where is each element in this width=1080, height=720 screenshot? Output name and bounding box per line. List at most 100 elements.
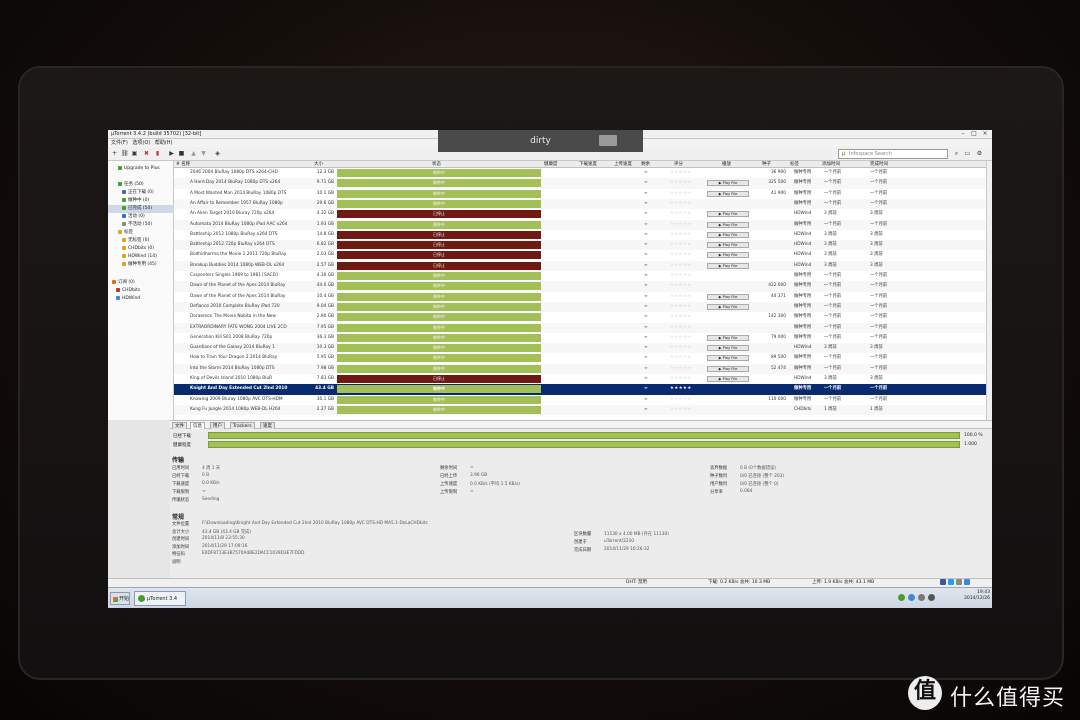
table-row[interactable]: Defiance 2010 Complete BluRay iPad 720 9.… (174, 301, 986, 313)
download-status[interactable]: 下载: 0.2 KB/s 总共: 10.3 MB (708, 579, 770, 587)
play-file-button[interactable]: ▶ Play File (707, 242, 749, 249)
play-file-button[interactable]: ▶ Play File (707, 262, 749, 269)
table-row[interactable]: 2046 2004 BluRay 1080p DTS x264-CHD 12.3 … (174, 168, 986, 178)
tab-files[interactable]: 文件 (172, 422, 187, 429)
col-label[interactable]: 标签 (790, 161, 799, 168)
table-row[interactable]: Automata 2014 BluRay 1080p iPad AAC x264… (174, 219, 986, 230)
play-file-button[interactable]: ▶ Play File (707, 211, 749, 218)
table-row[interactable]: Battleship 2012 1080p BluRay x264 DTS 14.… (174, 230, 986, 240)
gear-icon[interactable]: ⚙ (976, 150, 983, 157)
table-row[interactable]: Dawn of the Planet of the Apes 2014 BluR… (174, 281, 986, 292)
sidebar-item[interactable]: 不活动 (50) (108, 221, 174, 229)
play-file-button[interactable]: ▶ Play File (707, 180, 749, 187)
table-row[interactable]: Carpenters Singles 1969 to 1981 [SACD] 4.… (174, 271, 986, 281)
col-status[interactable]: 状态 (432, 161, 441, 168)
col-completed[interactable]: 完成时间 (870, 161, 888, 168)
tray-clock[interactable]: 19:43 2014/12/26 (956, 590, 990, 602)
sidebar-item[interactable]: 已完成 (50) (108, 205, 174, 213)
move-down-icon[interactable]: ▼ (200, 150, 207, 157)
menu-help[interactable]: 帮助(H) (155, 140, 173, 146)
table-row[interactable]: EXTRAORDINARY FATE WONG 2004 LIVE 2CD 7.9… (174, 322, 986, 333)
tab-info[interactable]: 信息 (190, 422, 205, 429)
add-torrent-icon[interactable]: + (111, 150, 118, 157)
stop-icon[interactable]: ■ (178, 150, 185, 157)
tray-volume-icon[interactable] (918, 594, 925, 601)
col-down-speed[interactable]: 下载速度 (579, 161, 597, 168)
play-file-button[interactable]: ▶ Play File (707, 231, 749, 238)
table-row[interactable]: An Alien Target 2010 Bluray 720p x264 4.3… (174, 209, 986, 219)
sidebar-item[interactable]: 活动 (0) (108, 213, 174, 221)
table-row[interactable]: King of Devils Island 2010 1080p BluR 7.8… (174, 374, 986, 384)
sidebar-item[interactable]: HDWind (14) (108, 253, 174, 261)
feed-icon[interactable] (956, 579, 962, 585)
tray-keyboard-icon[interactable] (928, 594, 935, 601)
menu-file[interactable]: 文件(F) (111, 140, 128, 146)
col-up-speed[interactable]: 上传速度 (614, 161, 632, 168)
create-torrent-icon[interactable]: ▣ (131, 150, 138, 157)
start-icon[interactable]: ▶ (168, 150, 175, 157)
facebook-icon[interactable] (940, 579, 946, 585)
table-row[interactable]: Generation Kill S01 2008 BluRay 720p 36.3… (174, 333, 986, 343)
start-button[interactable]: 开始 (110, 592, 130, 605)
sidebar-item[interactable]: 标签 (108, 229, 174, 237)
share-icon[interactable] (964, 579, 970, 585)
trash-icon[interactable]: ▮ (154, 150, 161, 157)
play-file-button[interactable]: ▶ Play File (707, 252, 749, 259)
play-file-button[interactable]: ▶ Play File (707, 334, 749, 341)
chat-icon[interactable]: ▭ (964, 150, 971, 157)
table-row[interactable]: Knight And Day Extended Cut 2Ind 2010 43.… (174, 384, 986, 395)
table-row[interactable]: Into the Storm 2014 BluRay 1080p DTS 7.98… (174, 363, 986, 374)
move-up-icon[interactable]: ▲ (190, 150, 197, 157)
taskbar-utorrent[interactable]: µTorrent 3.4 (134, 591, 186, 606)
play-file-button[interactable]: ▶ Play File (707, 355, 749, 362)
play-file-button[interactable]: ▶ Play File (707, 345, 749, 352)
dht-status[interactable]: DHT: 禁用 (626, 579, 647, 587)
tab-peers[interactable]: 用户 (210, 422, 225, 429)
tab-speed[interactable]: 速度 (260, 422, 275, 429)
list-scrollbar[interactable] (986, 161, 992, 420)
table-row[interactable]: Knowing 2009 Bluray 1080p AVC DTS-HDM 30.… (174, 395, 986, 405)
col-name[interactable]: # 名称 (176, 161, 190, 168)
table-row[interactable]: A Hard Day 2014 BluRay 1080p DTS x264 9.7… (174, 178, 986, 189)
notification-popup[interactable]: dirty (438, 130, 643, 152)
sidebar-item[interactable]: 订阅 (0) (108, 279, 174, 287)
play-file-button[interactable]: ▶ Play File (707, 190, 749, 197)
search-input[interactable]: Infospace Search (838, 149, 948, 159)
upload-status[interactable]: 上传: 1.9 KB/s 总共: 43.1 MB (812, 579, 874, 587)
col-seeds[interactable]: 种子 (762, 161, 771, 168)
table-row[interactable]: Dawn of the Planet of the Apes 2014 BluR… (174, 292, 986, 302)
tray-utorrent-icon[interactable] (898, 594, 905, 601)
tab-trackers[interactable]: Trackers (230, 422, 255, 429)
table-row[interactable]: Bodhidharma the Movie 1 2011 720p BluRay… (174, 250, 986, 260)
col-play[interactable]: 播放 (722, 161, 731, 168)
sidebar-item[interactable]: CHDbits (108, 287, 174, 295)
table-row[interactable]: Kung Fu Jungle 2014 1080p WEB-DL H264 2.2… (174, 404, 986, 416)
sidebar-item[interactable]: HDWind (108, 295, 174, 303)
sidebar-item[interactable]: 任务 (50) (108, 181, 174, 189)
close-button[interactable]: × (980, 130, 990, 138)
maximize-button[interactable]: □ (969, 130, 979, 138)
tray-network-icon[interactable] (908, 594, 915, 601)
sidebar-item[interactable]: 正在下载 (0) (108, 189, 174, 197)
minimize-button[interactable]: – (958, 130, 968, 138)
twitter-icon[interactable] (948, 579, 954, 585)
sidebar-item[interactable]: CHDbits (0) (108, 245, 174, 253)
sidebar-item[interactable]: 做种中 (0) (108, 197, 174, 205)
sidebar-item[interactable]: 做种专用 (45) (108, 261, 174, 269)
search-engine-icon[interactable]: µ (840, 150, 847, 157)
sidebar-item[interactable]: 无标签 (0) (108, 237, 174, 245)
table-row[interactable]: How to Train Your Dragon 2 2014 BluRay 5.… (174, 353, 986, 363)
play-file-button[interactable]: ▶ Play File (707, 221, 749, 228)
keyboard-icon[interactable] (599, 135, 617, 146)
sidebar-item[interactable]: Upgrade to Plus (108, 165, 174, 173)
col-added[interactable]: 添加时间 (822, 161, 840, 168)
table-row[interactable]: A Most Wanted Man 2014 BluRay 1080p DTS 1… (174, 189, 986, 199)
menu-options[interactable]: 选项(O) (132, 140, 150, 146)
table-row[interactable]: Guardians of the Galaxy 2014 BluRay 1 10.… (174, 343, 986, 354)
delete-icon[interactable]: ✖ (143, 150, 150, 157)
play-file-button[interactable]: ▶ Play File (707, 376, 749, 382)
col-rating[interactable]: 评分 (674, 161, 683, 168)
add-link-icon[interactable]: ⛓ (121, 150, 129, 157)
remote-icon[interactable]: ◈ (214, 150, 221, 157)
play-file-button[interactable]: ▶ Play File (707, 293, 749, 300)
